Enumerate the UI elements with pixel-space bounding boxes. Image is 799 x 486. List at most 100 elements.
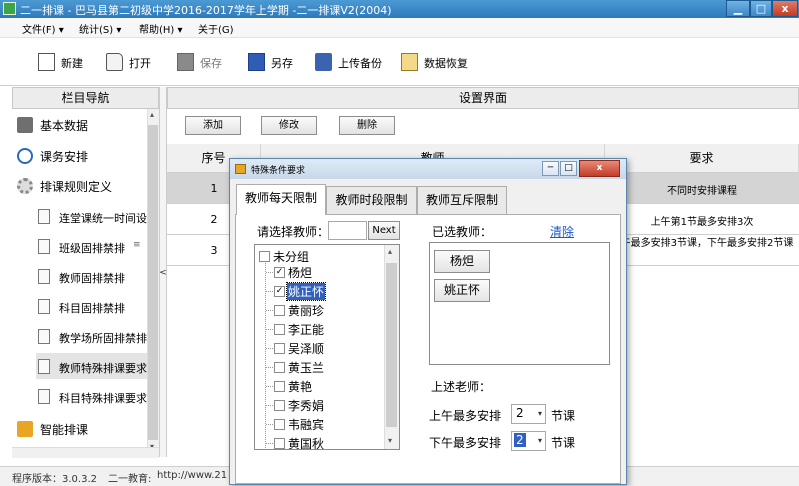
- tree-line: [265, 260, 266, 449]
- morning-unit-label: 节课: [551, 409, 576, 423]
- close-button[interactable]: x: [772, 0, 798, 17]
- save-button[interactable]: 保存: [177, 51, 227, 73]
- above-teachers-label: 上述老师：: [431, 380, 492, 394]
- minimize-button[interactable]: ▁: [726, 0, 750, 17]
- scroll-up-arrow-icon[interactable]: ▴: [150, 110, 154, 119]
- document-icon: [38, 329, 50, 344]
- nav-group-basic-data[interactable]: 基本数据: [17, 113, 142, 137]
- app-icon: [3, 2, 16, 15]
- settings-header: 设置界面: [167, 87, 799, 109]
- nav-panel: 基本数据 课务安排 排课规则定义 连堂课统一时间设 班级固排禁排 ≡ 教师固排禁…: [12, 109, 148, 456]
- selected-teachers-box: 杨炟 姚正怀: [429, 242, 610, 365]
- tree-scrollbar-thumb[interactable]: [386, 263, 397, 427]
- nav-item-venue-fixed[interactable]: 教学场所固排禁排: [36, 323, 148, 349]
- afternoon-unit-label: 节课: [551, 436, 576, 450]
- maximize-button[interactable]: □: [750, 0, 772, 17]
- next-button[interactable]: Next: [368, 221, 400, 240]
- nav-item-teacher-special[interactable]: 教师特殊排课要求: [36, 353, 148, 379]
- menu-bar: 文件(F) ▾ 统计(S) ▾ 帮助(H) ▾ 关于(G): [0, 18, 799, 38]
- save-as-icon: [248, 53, 265, 71]
- new-document-icon: [38, 53, 55, 71]
- clear-link[interactable]: 清除: [550, 223, 574, 240]
- selected-teacher-chip[interactable]: 杨炟: [434, 250, 490, 273]
- new-button[interactable]: 新建: [38, 51, 88, 73]
- nav-scrollbar-thumb[interactable]: [148, 125, 158, 440]
- wand-icon: [17, 421, 33, 437]
- chevron-down-icon: ▾: [537, 436, 542, 445]
- company-text: 二一教育:: [108, 474, 152, 485]
- afternoon-max-select[interactable]: 2 ▾: [511, 431, 546, 451]
- database-icon: [17, 117, 33, 133]
- document-icon: [38, 299, 50, 314]
- toolbar: 新建 打开 保存 另存 上传备份 数据恢复: [0, 38, 799, 86]
- edit-button[interactable]: 修改: [261, 116, 317, 135]
- tree-line: [266, 348, 273, 349]
- window-title-bar[interactable]: 二一排课 - 巴马县第二初级中学2016-2017学年上学期 -二一排课V2(2…: [0, 0, 799, 18]
- dialog-minimize-button[interactable]: ─: [542, 161, 559, 176]
- selected-teacher-chip[interactable]: 姚正怀: [434, 279, 490, 302]
- side-marker-icon: ≡: [133, 240, 141, 250]
- menu-statistics[interactable]: 统计(S) ▾: [79, 21, 121, 36]
- nav-item-subject-fixed[interactable]: 科目固排禁排: [36, 293, 148, 319]
- morning-max-select[interactable]: 2 ▾: [511, 404, 546, 424]
- dialog-close-button[interactable]: x: [579, 160, 620, 177]
- menu-about[interactable]: 关于(G): [198, 21, 234, 36]
- select-teacher-label: 请选择教师：: [257, 225, 330, 239]
- clock-icon: [17, 148, 33, 164]
- nav-item-class-fixed[interactable]: 班级固排禁排 ≡: [36, 233, 148, 259]
- tree-scroll-down-icon[interactable]: ▾: [388, 436, 392, 445]
- dialog-title: 特殊条件要求: [251, 166, 306, 176]
- nav-group-course-arrangement[interactable]: 课务安排: [17, 144, 142, 168]
- version-text: 程序版本：3.0.3.2: [12, 474, 97, 485]
- tree-checkbox[interactable]: [274, 419, 285, 430]
- tree-line: [266, 329, 273, 330]
- tree-line: [266, 367, 273, 368]
- tab-teacher-period-limit[interactable]: 教师时段限制: [326, 186, 417, 214]
- nav-item-subject-special[interactable]: 科目特殊排课要求: [36, 383, 148, 409]
- document-icon: [38, 269, 50, 284]
- tree-checkbox[interactable]: [274, 400, 285, 411]
- tree-checkbox[interactable]: [274, 362, 285, 373]
- nav-header: 栏目导航: [12, 87, 159, 109]
- delete-button[interactable]: 删除: [339, 116, 395, 135]
- dialog-maximize-button[interactable]: □: [560, 161, 577, 176]
- collapse-arrow-icon[interactable]: <: [159, 268, 167, 280]
- dialog-icon: [235, 164, 246, 174]
- selected-teachers-label: 已选教师：: [432, 225, 493, 239]
- tree-checkbox[interactable]: [274, 305, 285, 316]
- tree-checkbox[interactable]: [274, 343, 285, 354]
- open-button[interactable]: 打开: [106, 51, 156, 73]
- upload-backup-button[interactable]: 上传备份: [315, 51, 385, 73]
- tab-teacher-daily-limit[interactable]: 教师每天限制: [236, 184, 326, 215]
- dialog-title-bar[interactable]: 特殊条件要求 ─ □ x: [230, 159, 626, 179]
- tab-teacher-mutex-limit[interactable]: 教师互斥限制: [417, 186, 507, 214]
- tree-line: [266, 310, 273, 311]
- upload-icon: [315, 53, 332, 71]
- tree-checkbox[interactable]: ✓: [274, 267, 285, 278]
- nav-item-consecutive-class[interactable]: 连堂课统一时间设: [36, 203, 148, 229]
- tree-checkbox[interactable]: [274, 324, 285, 335]
- tree-scroll-up-icon[interactable]: ▴: [388, 247, 392, 256]
- row-requirement: 上午第1节最多安排3次: [650, 217, 754, 228]
- nav-horizontal-scrollbar[interactable]: [12, 447, 159, 458]
- data-restore-button[interactable]: 数据恢复: [401, 51, 473, 73]
- tree-line: [266, 291, 273, 292]
- menu-help[interactable]: 帮助(H) ▾: [139, 21, 183, 36]
- nav-group-smart-scheduling[interactable]: 智能排课: [17, 417, 142, 441]
- add-button[interactable]: 添加: [185, 116, 241, 135]
- save-as-button[interactable]: 另存: [248, 51, 298, 73]
- menu-file[interactable]: 文件(F) ▾: [22, 21, 64, 36]
- nav-group-rule-definition[interactable]: 排课规则定义: [17, 174, 142, 198]
- website-link[interactable]: http://www.21: [157, 470, 227, 481]
- teacher-tree[interactable]: 未分组 ✓ 杨炟 ✓ 姚正怀 黄丽珍 李正能 吴泽顺 黄玉兰 黄艳 李秀娟 韦融…: [254, 244, 400, 450]
- column-header-requirement[interactable]: 要求: [605, 144, 799, 173]
- nav-item-teacher-fixed[interactable]: 教师固排禁排: [36, 263, 148, 289]
- tree-checkbox[interactable]: ✓: [274, 286, 285, 297]
- tree-line: [266, 386, 273, 387]
- teacher-search-input[interactable]: [328, 221, 367, 240]
- tree-root-checkbox[interactable]: [259, 251, 270, 262]
- tree-checkbox[interactable]: [274, 438, 285, 449]
- tree-line: [266, 405, 273, 406]
- afternoon-max-label: 下午最多安排: [429, 436, 502, 450]
- tree-checkbox[interactable]: [274, 381, 285, 392]
